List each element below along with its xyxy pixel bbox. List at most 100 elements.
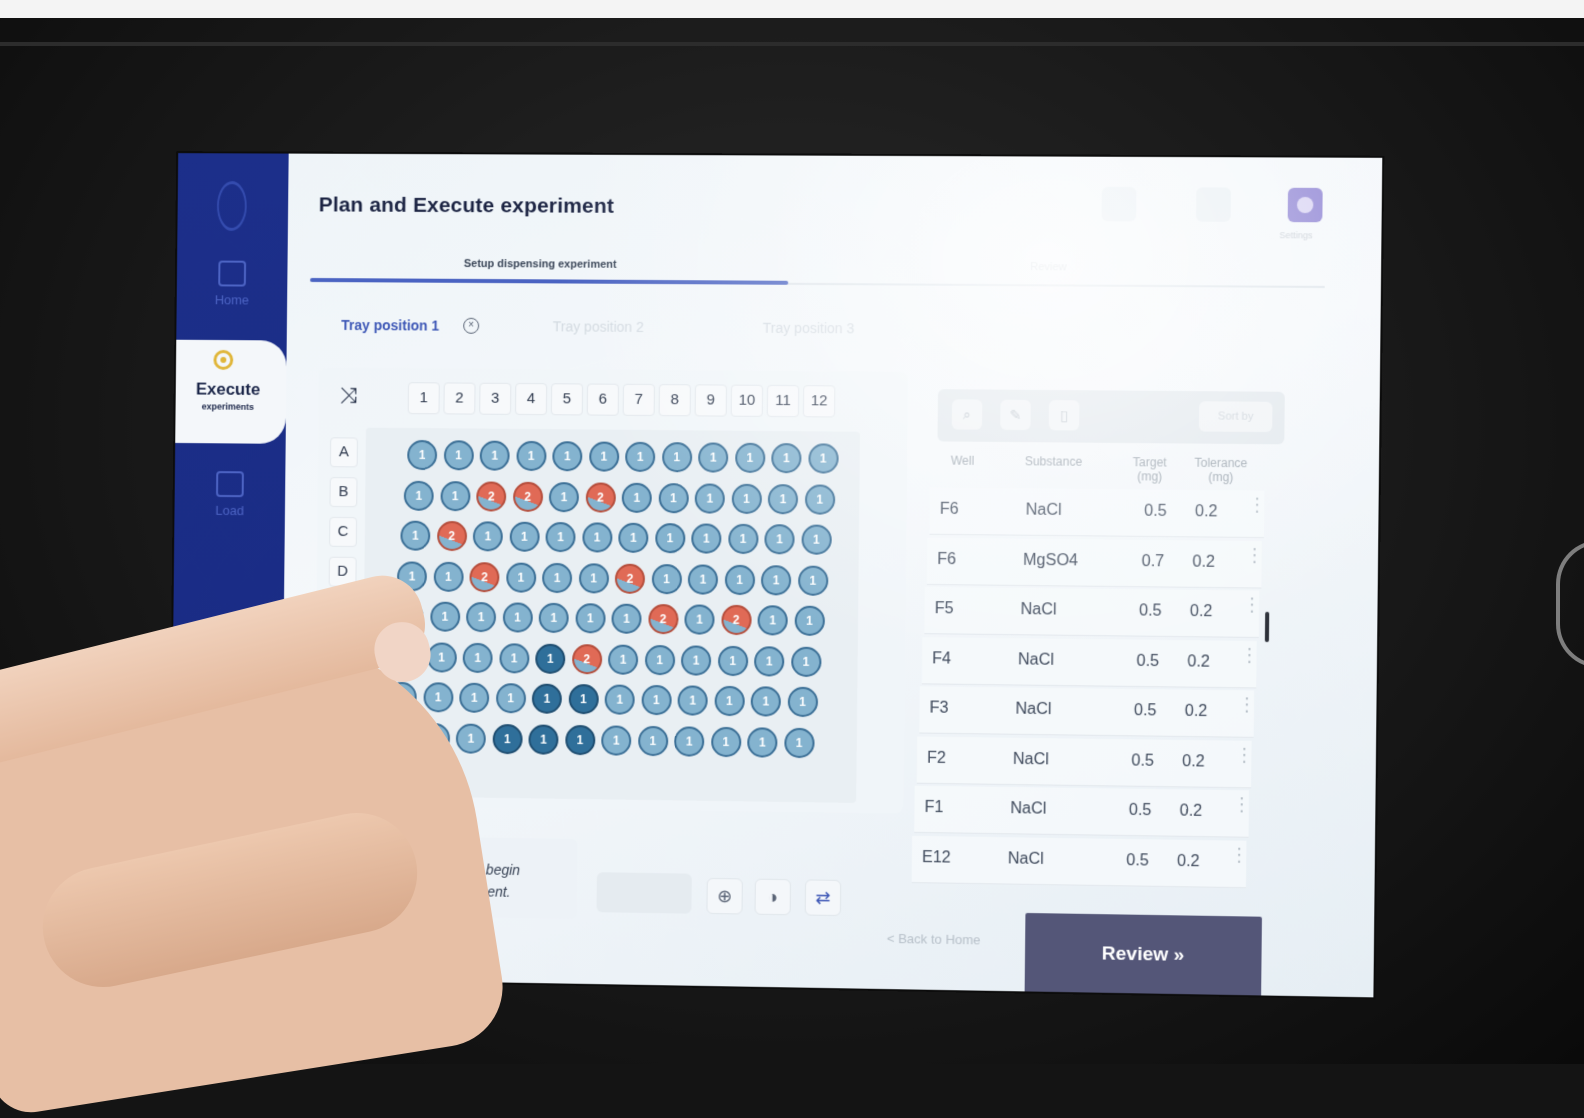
well[interactable]: 1: [691, 523, 722, 554]
step-review[interactable]: Review: [1030, 261, 1067, 273]
well[interactable]: 1: [604, 684, 635, 715]
well[interactable]: 1: [687, 563, 719, 595]
well[interactable]: 1: [790, 646, 822, 677]
well[interactable]: 1: [710, 726, 741, 757]
well[interactable]: 1: [426, 641, 457, 673]
well[interactable]: 1: [578, 562, 609, 594]
well[interactable]: 1: [439, 480, 471, 511]
well[interactable]: 1: [574, 603, 606, 634]
table-row[interactable]: F6 MgSO4 0.7 0.2 ⋮: [926, 537, 1264, 589]
column-header[interactable]: 7: [622, 383, 655, 417]
well[interactable]: 1: [724, 564, 755, 595]
well[interactable]: 1: [684, 604, 715, 635]
well[interactable]: 2: [571, 643, 602, 674]
close-icon[interactable]: ×: [463, 317, 480, 334]
tab-tray-position-2[interactable]: Tray position 2: [553, 318, 644, 335]
sort-button[interactable]: Sort by: [1198, 401, 1273, 433]
row-header[interactable]: A: [329, 437, 358, 468]
more-options-icon[interactable]: ⋮: [1243, 594, 1262, 624]
well[interactable]: 1: [492, 723, 523, 754]
well[interactable]: 1: [564, 724, 595, 755]
well[interactable]: 1: [783, 727, 815, 758]
well[interactable]: 1: [607, 644, 639, 675]
well[interactable]: 1: [727, 523, 759, 555]
well[interactable]: 1: [611, 603, 642, 634]
well[interactable]: 1: [794, 605, 825, 637]
review-button[interactable]: Review »: [1024, 912, 1262, 998]
tab-tray-position-1[interactable]: Tray position 1: [341, 317, 439, 334]
well[interactable]: 1: [479, 440, 510, 471]
well[interactable]: 1: [509, 521, 540, 552]
well[interactable]: 1: [680, 644, 712, 676]
well[interactable]: 1: [601, 724, 632, 756]
edit-icon[interactable]: ✎: [1000, 399, 1031, 431]
well[interactable]: 1: [731, 483, 762, 514]
well[interactable]: 1: [807, 443, 839, 474]
well[interactable]: 1: [757, 605, 788, 636]
begin-button[interactable]: [596, 872, 692, 914]
well[interactable]: 1: [462, 642, 493, 673]
table-row[interactable]: E12 NaCl 0.5 0.2 ⋮: [911, 835, 1249, 888]
table-scrollbar[interactable]: [1264, 611, 1270, 643]
well[interactable]: 1: [429, 601, 460, 632]
more-options-icon[interactable]: ⋮: [1248, 494, 1267, 525]
well[interactable]: 2: [436, 520, 467, 552]
row-header[interactable]: B: [329, 477, 358, 508]
column-header[interactable]: 11: [766, 384, 800, 418]
well[interactable]: 1: [764, 524, 795, 555]
well[interactable]: 1: [677, 685, 708, 716]
search-icon[interactable]: ⌕: [951, 399, 983, 430]
more-options-icon[interactable]: ⋮: [1230, 844, 1249, 874]
well[interactable]: 1: [455, 722, 486, 754]
well[interactable]: 1: [498, 642, 530, 674]
well[interactable]: 2: [469, 561, 500, 592]
well[interactable]: 1: [640, 684, 672, 716]
delete-icon[interactable]: ▯: [1048, 400, 1080, 431]
settings-button[interactable]: [1287, 187, 1323, 223]
column-header[interactable]: 2: [443, 382, 476, 415]
well[interactable]: 1: [465, 601, 497, 633]
well[interactable]: 1: [459, 682, 490, 713]
well[interactable]: 2: [476, 480, 507, 512]
well[interactable]: 1: [581, 522, 613, 553]
header-action-button[interactable]: [1101, 186, 1137, 222]
well[interactable]: 1: [797, 565, 828, 596]
well[interactable]: 1: [717, 645, 748, 676]
well[interactable]: 1: [407, 439, 438, 471]
more-options-icon[interactable]: ⋮: [1232, 794, 1251, 824]
well[interactable]: 1: [747, 726, 778, 758]
well[interactable]: 1: [767, 483, 799, 514]
well[interactable]: 2: [720, 604, 752, 636]
sidebar-item-load[interactable]: Load: [174, 471, 285, 519]
well[interactable]: 1: [443, 440, 474, 471]
more-options-icon[interactable]: ⋮: [1240, 644, 1259, 674]
more-options-icon[interactable]: ⋮: [1238, 694, 1257, 724]
zoom-in-icon[interactable]: ⊕: [706, 877, 743, 915]
well[interactable]: 1: [644, 644, 675, 675]
column-header[interactable]: 4: [514, 382, 548, 416]
table-row[interactable]: F6 NaCl 0.5 0.2 ⋮: [929, 487, 1267, 539]
column-header[interactable]: 6: [586, 383, 619, 416]
back-to-home-link[interactable]: < Back to Home: [887, 931, 981, 948]
well[interactable]: 1: [625, 441, 656, 473]
well[interactable]: 1: [654, 523, 685, 554]
well[interactable]: 1: [400, 520, 431, 551]
column-header[interactable]: 3: [479, 382, 512, 415]
well[interactable]: 1: [754, 645, 785, 677]
well[interactable]: 1: [800, 524, 832, 555]
table-row[interactable]: F4 NaCl 0.5 0.2 ⋮: [921, 636, 1259, 688]
header-action-button[interactable]: [1196, 187, 1231, 222]
well[interactable]: 1: [698, 442, 729, 473]
well[interactable]: 1: [552, 441, 583, 472]
well[interactable]: 1: [542, 562, 573, 593]
rotate-plate-icon[interactable]: ⤨: [330, 378, 366, 414]
well[interactable]: 1: [495, 683, 526, 714]
well[interactable]: 1: [588, 441, 619, 472]
well[interactable]: 1: [750, 686, 781, 717]
well[interactable]: 1: [760, 564, 792, 596]
well[interactable]: 1: [548, 481, 580, 512]
well[interactable]: 1: [545, 521, 576, 553]
table-row[interactable]: F3 NaCl 0.5 0.2 ⋮: [919, 686, 1257, 738]
contrast-icon[interactable]: ◑: [754, 878, 792, 916]
column-header[interactable]: 10: [730, 384, 764, 417]
